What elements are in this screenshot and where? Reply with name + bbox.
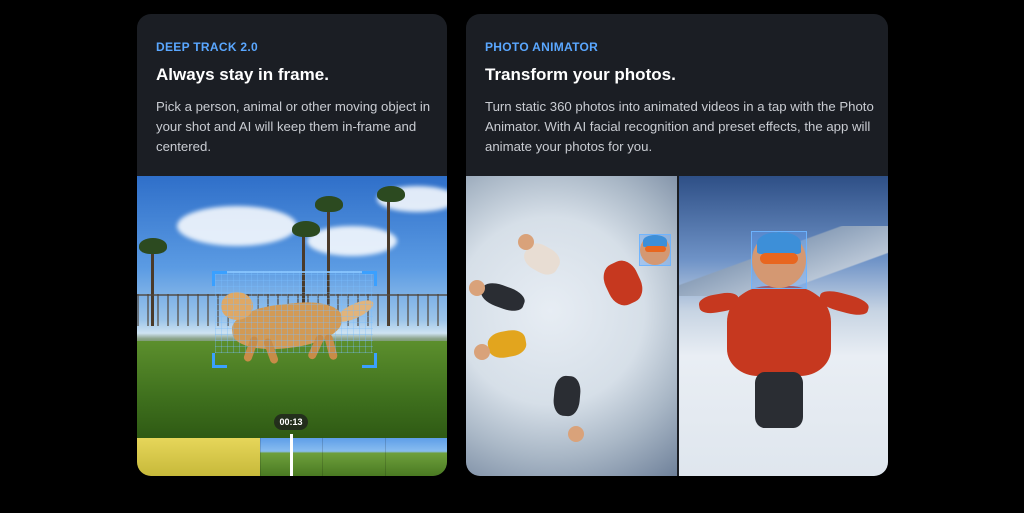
video-timestamp: 00:13 <box>274 414 308 430</box>
feature-title: Transform your photos. <box>485 65 676 84</box>
feature-description: Turn static 360 photos into animated vid… <box>485 99 874 154</box>
tracking-bracket-icon <box>212 271 227 286</box>
face-detection-box <box>639 234 671 266</box>
feature-description: Pick a person, animal or other moving ob… <box>156 99 431 154</box>
timeline-played-segment <box>198 438 260 476</box>
timeline-thumbnail <box>322 438 385 476</box>
tracking-bracket-icon <box>212 353 227 368</box>
tracking-grid-overlay <box>215 271 373 353</box>
feature-title: Always stay in frame. <box>156 65 329 84</box>
deep-track-card: DEEP TRACK 2.0 Always stay in frame. Pic… <box>137 14 447 476</box>
feature-tag: DEEP TRACK 2.0 <box>156 40 259 54</box>
timeline-thumbnail <box>384 438 447 476</box>
photo-animator-card: PHOTO ANIMATOR Transform your photos. Tu… <box>466 14 888 476</box>
timeline-playhead[interactable] <box>290 434 293 476</box>
360-photo-image <box>466 176 677 476</box>
tracking-bracket-icon <box>362 271 377 286</box>
animated-photo-image <box>679 176 888 476</box>
timeline-played-segment <box>137 438 199 476</box>
deep-track-video[interactable]: 00:13 <box>137 176 447 476</box>
photo-animator-media[interactable] <box>466 176 888 476</box>
tracking-bracket-icon <box>362 353 377 368</box>
feature-tag: PHOTO ANIMATOR <box>485 40 599 54</box>
face-detection-box <box>751 231 807 289</box>
park-scene-image: 00:13 <box>137 176 447 438</box>
